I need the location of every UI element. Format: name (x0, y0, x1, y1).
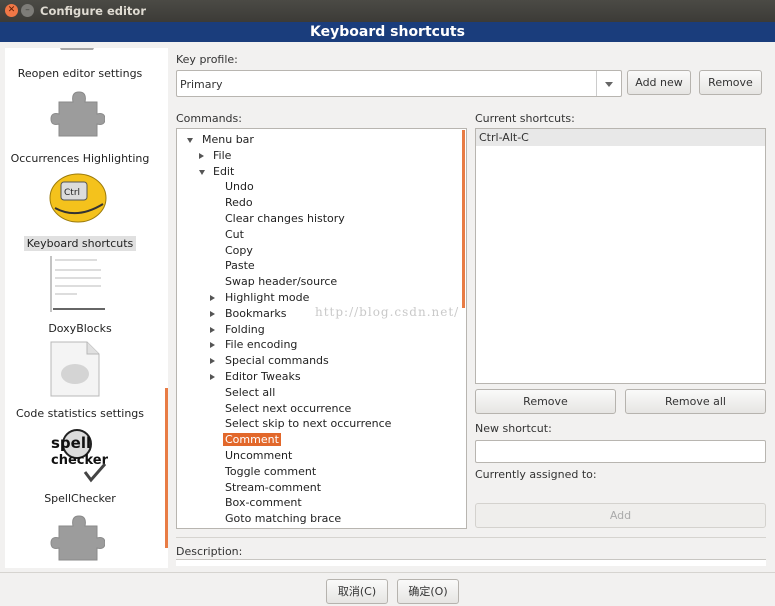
description-box (176, 559, 766, 566)
puzzle-icon (60, 48, 94, 50)
tree-row[interactable]: Edit (213, 165, 234, 178)
tree-row[interactable]: Bookmarks (225, 307, 286, 320)
divider (176, 537, 766, 538)
tree-row[interactable]: Redo (225, 196, 253, 209)
expander-down-icon[interactable] (199, 169, 205, 175)
expander-down-icon[interactable] (187, 138, 193, 143)
sidebar-item-doxyblocks[interactable]: DoxyBlocks (5, 322, 155, 335)
spellchecker-icon: spell checker (51, 429, 109, 483)
sidebar-item-label: Reopen editor settings (17, 67, 143, 80)
dialog-banner: Keyboard shortcuts (0, 22, 775, 42)
expander-right-icon[interactable] (210, 310, 215, 317)
sidebar-item-code-statistics[interactable]: Code statistics settings (5, 407, 155, 420)
remove-shortcut-button[interactable]: Remove (475, 389, 616, 414)
close-icon[interactable]: ✕ (5, 4, 18, 17)
current-shortcuts-list[interactable]: Ctrl-Alt-C (475, 128, 766, 384)
expander-right-icon[interactable] (210, 342, 215, 349)
window-title: Configure editor (40, 4, 146, 18)
current-shortcuts-label: Current shortcuts: (475, 112, 575, 125)
tree-row[interactable]: Swap header/source (225, 275, 337, 288)
tree-row[interactable]: Comment (223, 433, 281, 447)
currently-assigned-label: Currently assigned to: (475, 468, 597, 481)
commands-scrollbar[interactable] (462, 130, 465, 308)
tree-row[interactable]: Cut (225, 228, 244, 241)
sidebar-item-label: Keyboard shortcuts (23, 236, 137, 251)
tree-row[interactable]: Stream-comment (225, 481, 321, 494)
tree-row[interactable]: Undo (225, 180, 254, 193)
list-item[interactable]: Ctrl-Alt-C (476, 129, 765, 146)
tree-row[interactable]: Editor Tweaks (225, 370, 301, 383)
tree-row[interactable]: File (213, 149, 231, 162)
key-profile-value: Primary (180, 78, 223, 91)
expander-right-icon[interactable] (210, 374, 215, 380)
sidebar-item-occurrences[interactable]: Occurrences Highlighting (5, 152, 155, 165)
tree-row[interactable]: Folding (225, 323, 265, 336)
tree-row[interactable]: Copy (225, 244, 253, 257)
expander-right-icon[interactable] (210, 358, 215, 365)
cancel-button[interactable]: 取消(C) (326, 579, 388, 604)
commands-tree[interactable]: Menu bar File Edit Undo Redo Clear changes hi… (176, 128, 467, 529)
window-titlebar: ✕ – Configure editor (0, 0, 775, 22)
settings-sidebar[interactable]: Reopen editor settings Occurrences Highl… (5, 48, 168, 568)
tree-row[interactable]: Select all (225, 386, 275, 399)
remove-all-shortcuts-button[interactable]: Remove all (625, 389, 766, 414)
sidebar-item-label: Occurrences Highlighting (10, 152, 150, 165)
sidebar-item-label: DoxyBlocks (48, 322, 112, 335)
doxyblocks-icon (47, 254, 109, 314)
tree-row[interactable]: Goto matching brace (225, 512, 341, 525)
sidebar-item-label: Code statistics settings (15, 407, 145, 420)
commands-label: Commands: (176, 112, 242, 125)
tree-row[interactable]: Special commands (225, 354, 329, 367)
tree-row[interactable]: Box-comment (225, 496, 302, 509)
remove-profile-button[interactable]: Remove (699, 70, 762, 95)
watermark-text: http://blog.csdn.net/ (315, 305, 460, 319)
key-profile-label: Key profile: (176, 53, 238, 66)
description-label: Description: (176, 545, 243, 558)
sidebar-scrollbar[interactable] (165, 388, 168, 548)
new-shortcut-input[interactable] (475, 440, 766, 463)
keyboard-ctrl-icon: Ctrl (49, 173, 107, 223)
svg-text:checker: checker (51, 453, 109, 468)
expander-right-icon[interactable] (199, 152, 204, 159)
ok-button[interactable]: 确定(O) (397, 579, 459, 604)
sidebar-item-keyboard-shortcuts[interactable]: Keyboard shortcuts (5, 236, 155, 251)
expander-right-icon[interactable] (210, 295, 215, 301)
sidebar-item-spellchecker[interactable]: SpellChecker (5, 492, 155, 505)
tree-row[interactable]: Toggle comment (225, 465, 316, 478)
tree-row[interactable]: Select skip to next occurrence (225, 417, 391, 430)
key-profile-select[interactable]: Primary (176, 70, 622, 97)
tree-row[interactable]: Highlight mode (225, 291, 309, 304)
new-shortcut-label: New shortcut: (475, 422, 552, 435)
chevron-down-icon[interactable] (596, 71, 621, 96)
svg-text:spell: spell (51, 434, 91, 452)
tree-row[interactable]: Select next occurrence (225, 402, 351, 415)
tree-row[interactable]: Clear changes history (225, 212, 345, 225)
puzzle-icon (50, 91, 105, 137)
svg-text:Ctrl: Ctrl (64, 188, 80, 198)
expander-right-icon[interactable] (210, 326, 215, 333)
puzzle-icon (50, 515, 105, 561)
tree-row[interactable]: Uncomment (225, 449, 292, 462)
add-shortcut-button[interactable]: Add (475, 503, 766, 528)
tree-row[interactable]: Menu bar (202, 133, 254, 146)
sidebar-item-reopen-editor[interactable]: Reopen editor settings (5, 67, 155, 80)
sidebar-item-label: SpellChecker (44, 492, 116, 505)
document-icon (50, 341, 100, 397)
minimize-icon[interactable]: – (21, 4, 34, 17)
tree-row[interactable]: Paste (225, 259, 255, 272)
add-new-profile-button[interactable]: Add new (627, 70, 691, 95)
tree-row[interactable]: File encoding (225, 338, 297, 351)
